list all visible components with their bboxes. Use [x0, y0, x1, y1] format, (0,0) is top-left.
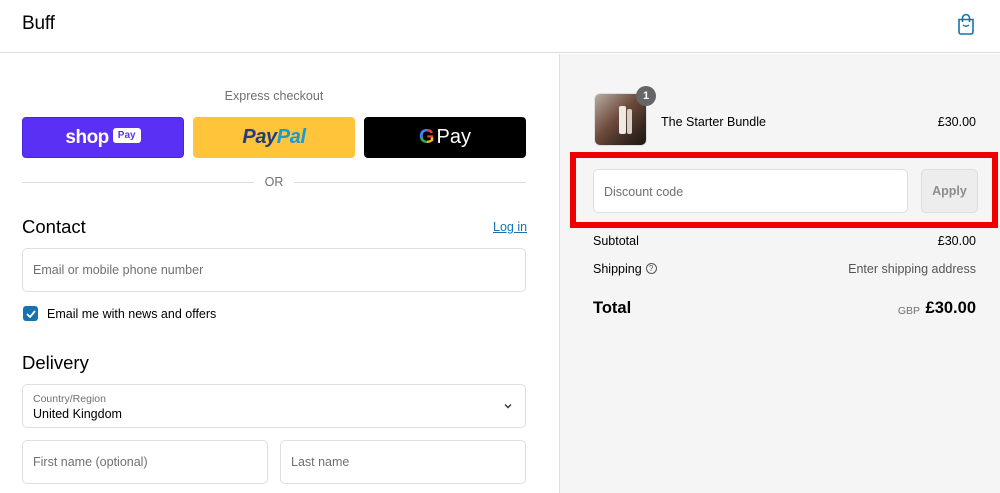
total-value: £30.00: [925, 299, 976, 317]
shipping-label: Shipping: [593, 262, 642, 276]
shop-pay-logo: shop: [65, 126, 109, 148]
shopping-bag-icon[interactable]: [957, 13, 975, 35]
email-placeholder: Email or mobile phone number: [33, 263, 204, 277]
delivery-title: Delivery: [22, 352, 89, 373]
or-text: OR: [264, 175, 284, 189]
help-icon[interactable]: ?: [645, 263, 657, 275]
subtotal-label: Subtotal: [593, 234, 639, 248]
express-checkout-label: Express checkout: [224, 89, 324, 103]
login-link[interactable]: Log in: [493, 220, 527, 234]
product-price: £30.00: [937, 115, 976, 129]
last-name-field[interactable]: Last name: [280, 440, 526, 484]
header: Buff: [0, 0, 1000, 53]
google-pay-button[interactable]: G Pay: [364, 117, 526, 158]
shipping-label-row: Shipping?: [593, 262, 657, 276]
paypal-logo: PayPal: [242, 126, 306, 148]
first-name-placeholder: First name (optional): [33, 455, 148, 469]
discount-code-input[interactable]: Discount code: [593, 169, 908, 213]
subtotal-value: £30.00: [937, 234, 976, 248]
product-name: The Starter Bundle: [661, 115, 766, 129]
contact-title: Contact: [22, 216, 86, 237]
shop-pay-button[interactable]: shop Pay: [22, 117, 184, 158]
google-g-icon: G: [418, 126, 435, 148]
chevron-down-icon: [504, 404, 512, 409]
quantity-badge: 1: [636, 86, 656, 106]
total-currency: GBP: [897, 305, 920, 317]
country-select[interactable]: Country/Region United Kingdom: [22, 384, 526, 428]
shop-pay-badge: Pay: [112, 128, 141, 143]
total-label: Total: [593, 299, 632, 317]
google-pay-label: Pay: [436, 126, 472, 148]
checkmark-icon: [25, 309, 36, 318]
discount-placeholder: Discount code: [604, 185, 684, 199]
shipping-value: Enter shipping address: [848, 262, 976, 276]
order-summary: 1 The Starter Bundle £30.00 Discount cod…: [559, 54, 1000, 493]
or-divider: OR: [22, 174, 526, 190]
country-value: United Kingdom: [33, 407, 122, 421]
last-name-placeholder: Last name: [291, 455, 350, 469]
country-label: Country/Region: [33, 393, 106, 405]
first-name-field[interactable]: First name (optional): [22, 440, 268, 484]
checkout-form: Express checkout shop Pay PayPal G Pay O…: [0, 54, 559, 493]
newsletter-checkbox[interactable]: [23, 306, 38, 321]
newsletter-label: Email me with news and offers: [47, 307, 217, 321]
paypal-button[interactable]: PayPal: [193, 117, 355, 158]
store-logo[interactable]: Buff: [22, 13, 55, 35]
email-field[interactable]: Email or mobile phone number: [22, 248, 526, 292]
apply-button[interactable]: Apply: [921, 169, 978, 213]
